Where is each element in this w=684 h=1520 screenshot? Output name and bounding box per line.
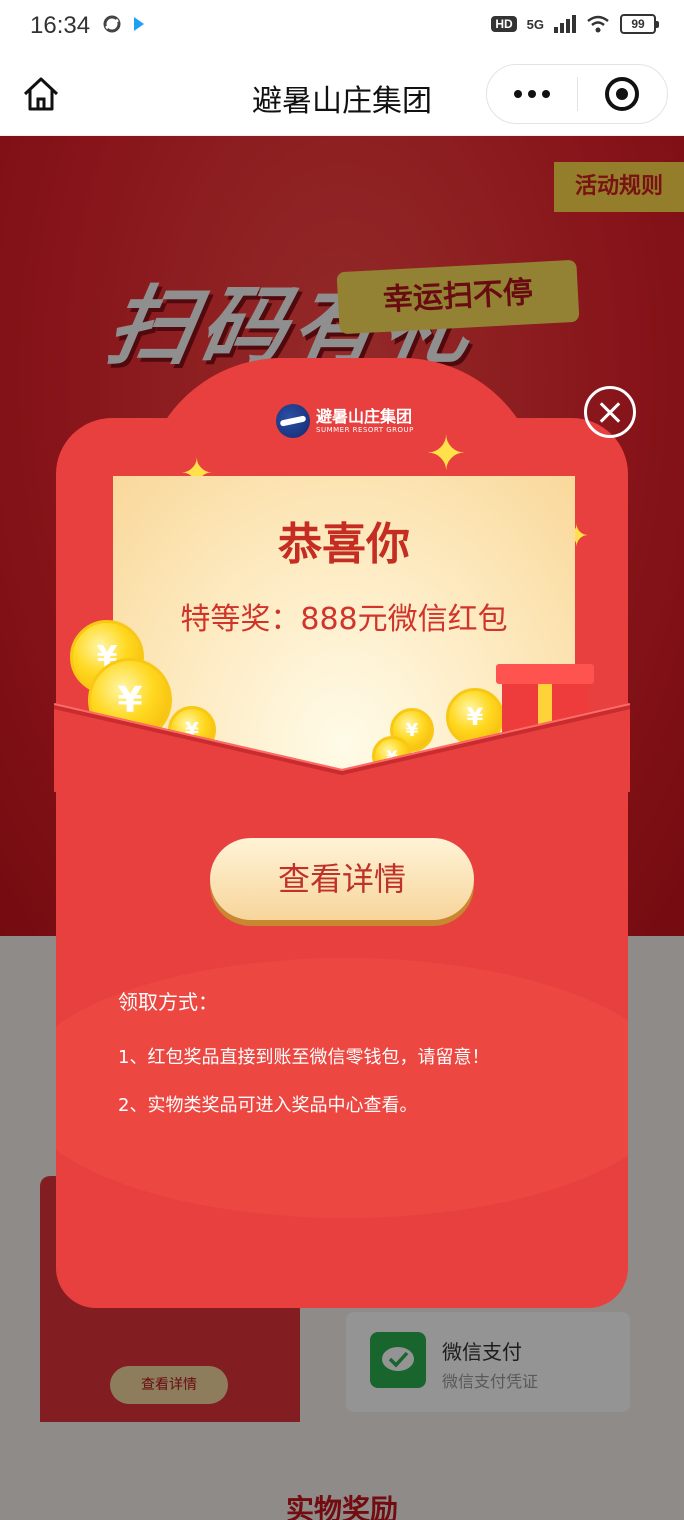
claim-instructions: 领取方式： 1、红包奖品直接到账至微信零钱包，请留意！ 2、实物类奖品可进入奖品… [118, 986, 489, 1139]
wifi-icon [587, 15, 609, 33]
claim-line: 1、红包奖品直接到账至微信零钱包，请留意！ [118, 1047, 490, 1068]
status-indicators: HD 5G 99 [491, 14, 659, 34]
view-details-button[interactable]: 查看详情 [210, 838, 474, 920]
status-time: 16:34 [30, 12, 91, 39]
close-icon[interactable] [584, 386, 636, 438]
sync-icon [103, 15, 121, 33]
signal-icon [554, 15, 576, 33]
company-logo: 避暑山庄集团 SUMMER RESORT GROUP [276, 404, 414, 438]
claim-line: 2、实物类奖品可进入奖品中心查看。 [118, 1095, 418, 1116]
status-bar: 16:34 HD 5G 99 [0, 0, 684, 52]
more-icon[interactable] [487, 65, 577, 123]
prize-modal: 避暑山庄集团 SUMMER RESORT GROUP ✦ ✦ ✦ 恭喜你 特等奖… [54, 358, 630, 1308]
envelope-front [54, 703, 630, 792]
miniprogram-capsule [486, 64, 668, 124]
miniprogram-close-icon[interactable] [578, 65, 668, 123]
prize-text: 特等奖：888元微信红包 [180, 602, 508, 637]
nav-bar: 避暑山庄集团 [0, 52, 684, 136]
hd-badge: HD [491, 16, 517, 32]
status-app-icons [102, 14, 146, 34]
logo-en: SUMMER RESORT GROUP [316, 425, 414, 434]
logo-cn: 避暑山庄集团 [316, 406, 413, 426]
logo-mark-icon [276, 404, 310, 438]
claim-title: 领取方式： [118, 990, 218, 1014]
network-label: 5G [526, 16, 544, 32]
arrow-icon [134, 17, 144, 31]
congrats-title: 恭喜你 [278, 519, 410, 570]
battery-icon: 99 [620, 14, 659, 34]
sparkle-icon: ✦ [426, 426, 467, 482]
